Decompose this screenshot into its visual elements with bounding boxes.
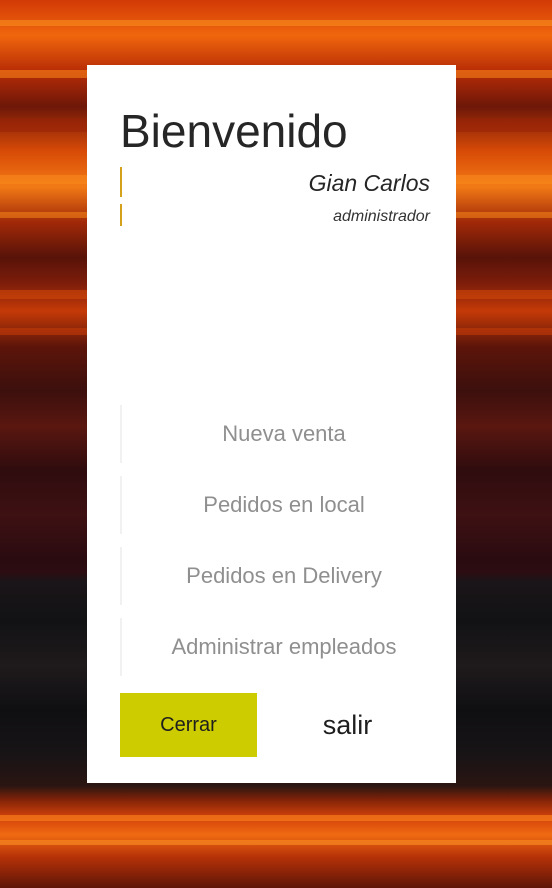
menu-item-label: Nueva venta	[222, 421, 346, 446]
cloud-streak	[0, 840, 552, 845]
menu-item-nueva-venta[interactable]: Nueva venta	[120, 405, 446, 463]
welcome-panel: Bienvenido Gian Carlos administrador Nue…	[87, 65, 456, 783]
menu-item-pedidos-delivery[interactable]: Pedidos en Delivery	[120, 547, 446, 605]
menu-item-label: Pedidos en local	[203, 492, 365, 517]
menu-item-label: Pedidos en Delivery	[186, 563, 382, 588]
user-name-accent	[120, 167, 122, 197]
user-role-accent	[120, 204, 122, 226]
user-name: Gian Carlos	[308, 170, 430, 196]
close-button[interactable]: Cerrar	[120, 693, 257, 757]
exit-button[interactable]: salir	[279, 693, 416, 757]
cloud-streak	[0, 815, 552, 821]
menu-item-administrar-empleados[interactable]: Administrar empleados	[120, 618, 446, 676]
page-title: Bienvenido	[120, 105, 348, 157]
menu-item-label: Administrar empleados	[171, 634, 397, 659]
user-role: administrador	[333, 208, 430, 225]
menu-item-pedidos-local[interactable]: Pedidos en local	[120, 476, 446, 534]
cloud-streak	[0, 20, 552, 26]
